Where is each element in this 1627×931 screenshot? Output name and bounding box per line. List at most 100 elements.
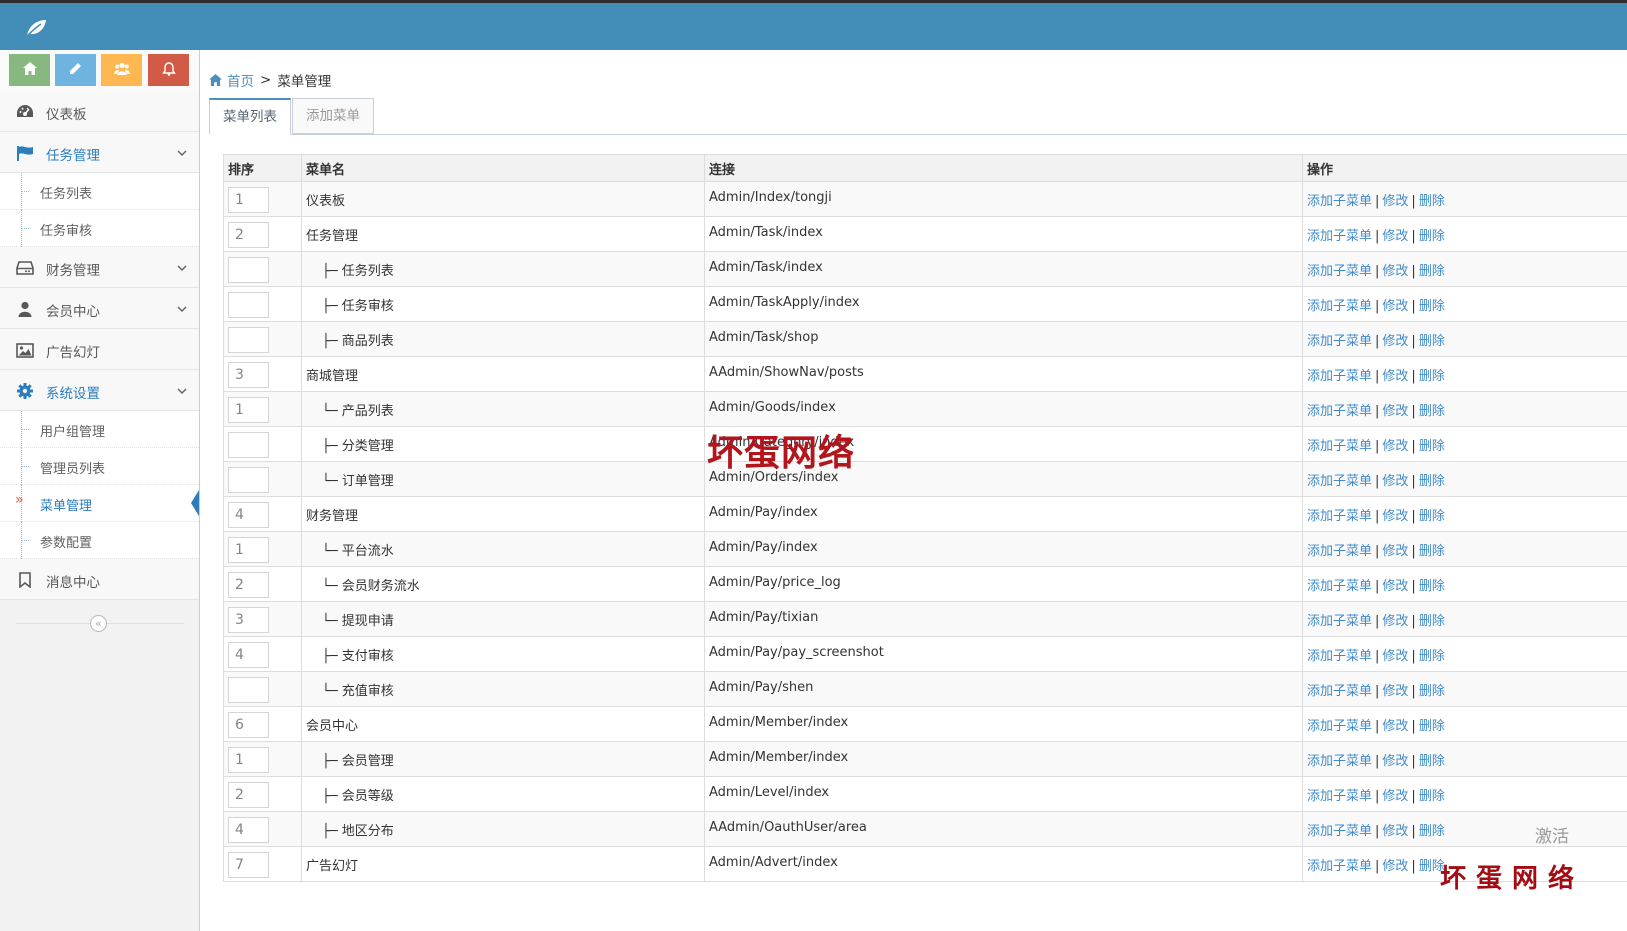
edit-menu-link[interactable]: 修改 — [1382, 474, 1408, 489]
add-child-menu-link[interactable]: 添加子菜单 — [1307, 684, 1372, 699]
delete-menu-link[interactable]: 删除 — [1419, 509, 1445, 524]
add-child-menu-link[interactable]: 添加子菜单 — [1307, 439, 1372, 454]
delete-menu-link[interactable]: 删除 — [1419, 579, 1445, 594]
sort-input[interactable] — [228, 747, 269, 773]
sidebar-subitem-task-review[interactable]: 任务审核 — [0, 210, 199, 247]
sort-input[interactable] — [228, 362, 269, 388]
edit-menu-link[interactable]: 修改 — [1382, 439, 1408, 454]
sort-input[interactable] — [228, 852, 269, 878]
delete-menu-link[interactable]: 删除 — [1419, 229, 1445, 244]
sort-input[interactable] — [228, 187, 269, 213]
add-child-menu-link[interactable]: 添加子菜单 — [1307, 334, 1372, 349]
edit-menu-link[interactable]: 修改 — [1382, 859, 1408, 874]
add-child-menu-link[interactable]: 添加子菜单 — [1307, 579, 1372, 594]
sort-input[interactable] — [228, 817, 269, 843]
add-child-menu-link[interactable]: 添加子菜单 — [1307, 544, 1372, 559]
sort-input[interactable] — [228, 642, 269, 668]
edit-menu-link[interactable]: 修改 — [1382, 334, 1408, 349]
add-child-menu-link[interactable]: 添加子菜单 — [1307, 719, 1372, 734]
sidebar-item-dashboard[interactable]: 仪表板 — [0, 91, 199, 132]
delete-menu-link[interactable]: 删除 — [1419, 649, 1445, 664]
delete-menu-link[interactable]: 删除 — [1419, 194, 1445, 209]
sidebar-item-messages[interactable]: 消息中心 — [0, 559, 199, 600]
sidebar-subitem-admin-list[interactable]: 管理员列表 — [0, 448, 199, 485]
edit-menu-link[interactable]: 修改 — [1382, 789, 1408, 804]
add-child-menu-link[interactable]: 添加子菜单 — [1307, 789, 1372, 804]
sort-input[interactable] — [228, 292, 269, 318]
add-child-menu-link[interactable]: 添加子菜单 — [1307, 369, 1372, 384]
delete-menu-link[interactable]: 删除 — [1419, 754, 1445, 769]
shortcut-home-button[interactable] — [9, 54, 50, 86]
leaf-icon[interactable] — [24, 16, 48, 40]
sidebar-item-ads[interactable]: 广告幻灯 — [0, 329, 199, 370]
edit-menu-link[interactable]: 修改 — [1382, 369, 1408, 384]
sort-input[interactable] — [228, 782, 269, 808]
shortcut-users-button[interactable] — [101, 54, 142, 86]
add-child-menu-link[interactable]: 添加子菜单 — [1307, 404, 1372, 419]
edit-menu-link[interactable]: 修改 — [1382, 719, 1408, 734]
breadcrumb-home-link[interactable]: 首页 — [227, 70, 254, 90]
edit-menu-link[interactable]: 修改 — [1382, 614, 1408, 629]
sort-input[interactable] — [228, 222, 269, 248]
edit-menu-link[interactable]: 修改 — [1382, 229, 1408, 244]
sort-input[interactable] — [228, 257, 269, 283]
sort-input[interactable] — [228, 607, 269, 633]
add-child-menu-link[interactable]: 添加子菜单 — [1307, 264, 1372, 279]
delete-menu-link[interactable]: 删除 — [1419, 544, 1445, 559]
edit-menu-link[interactable]: 修改 — [1382, 404, 1408, 419]
add-child-menu-link[interactable]: 添加子菜单 — [1307, 614, 1372, 629]
delete-menu-link[interactable]: 删除 — [1419, 264, 1445, 279]
delete-menu-link[interactable]: 删除 — [1419, 474, 1445, 489]
sidebar-subitem-user-group[interactable]: 用户组管理 — [0, 411, 199, 448]
delete-menu-link[interactable]: 删除 — [1419, 369, 1445, 384]
edit-menu-link[interactable]: 修改 — [1382, 509, 1408, 524]
edit-menu-link[interactable]: 修改 — [1382, 264, 1408, 279]
sort-input[interactable] — [228, 677, 269, 703]
delete-menu-link[interactable]: 删除 — [1419, 299, 1445, 314]
edit-menu-link[interactable]: 修改 — [1382, 824, 1408, 839]
add-child-menu-link[interactable]: 添加子菜单 — [1307, 649, 1372, 664]
edit-menu-link[interactable]: 修改 — [1382, 649, 1408, 664]
edit-menu-link[interactable]: 修改 — [1382, 684, 1408, 699]
sort-input[interactable] — [228, 397, 269, 423]
shortcut-pencil-button[interactable] — [55, 54, 96, 86]
edit-menu-link[interactable]: 修改 — [1382, 544, 1408, 559]
delete-menu-link[interactable]: 删除 — [1419, 614, 1445, 629]
shortcut-bell-button[interactable] — [148, 54, 189, 86]
tab-add-menu[interactable]: 添加菜单 — [292, 98, 374, 134]
sidebar-subitem-task-list[interactable]: 任务列表 — [0, 173, 199, 210]
sidebar-item-member[interactable]: 会员中心 — [0, 288, 199, 329]
add-child-menu-link[interactable]: 添加子菜单 — [1307, 194, 1372, 209]
add-child-menu-link[interactable]: 添加子菜单 — [1307, 824, 1372, 839]
edit-menu-link[interactable]: 修改 — [1382, 299, 1408, 314]
add-child-menu-link[interactable]: 添加子菜单 — [1307, 299, 1372, 314]
sort-input[interactable] — [228, 327, 269, 353]
delete-menu-link[interactable]: 删除 — [1419, 334, 1445, 349]
edit-menu-link[interactable]: 修改 — [1382, 579, 1408, 594]
sidebar-subitem-params[interactable]: 参数配置 — [0, 522, 199, 559]
sort-input[interactable] — [228, 537, 269, 563]
sidebar-subitem-menu-mgmt[interactable]: » 菜单管理 — [0, 485, 199, 522]
sort-input[interactable] — [228, 467, 269, 493]
delete-menu-link[interactable]: 删除 — [1419, 404, 1445, 419]
sidebar-item-system[interactable]: 系统设置 — [0, 370, 199, 411]
sidebar-item-task[interactable]: 任务管理 — [0, 132, 199, 173]
add-child-menu-link[interactable]: 添加子菜单 — [1307, 474, 1372, 489]
edit-menu-link[interactable]: 修改 — [1382, 194, 1408, 209]
sort-input[interactable] — [228, 712, 269, 738]
edit-menu-link[interactable]: 修改 — [1382, 754, 1408, 769]
delete-menu-link[interactable]: 删除 — [1419, 439, 1445, 454]
sort-input[interactable] — [228, 432, 269, 458]
delete-menu-link[interactable]: 删除 — [1419, 824, 1445, 839]
add-child-menu-link[interactable]: 添加子菜单 — [1307, 859, 1372, 874]
tab-menu-list[interactable]: 菜单列表 — [209, 98, 291, 135]
sort-input[interactable] — [228, 572, 269, 598]
add-child-menu-link[interactable]: 添加子菜单 — [1307, 509, 1372, 524]
add-child-menu-link[interactable]: 添加子菜单 — [1307, 229, 1372, 244]
delete-menu-link[interactable]: 删除 — [1419, 789, 1445, 804]
delete-menu-link[interactable]: 删除 — [1419, 719, 1445, 734]
delete-menu-link[interactable]: 删除 — [1419, 684, 1445, 699]
sidebar-item-finance[interactable]: 财务管理 — [0, 247, 199, 288]
sort-input[interactable] — [228, 502, 269, 528]
add-child-menu-link[interactable]: 添加子菜单 — [1307, 754, 1372, 769]
